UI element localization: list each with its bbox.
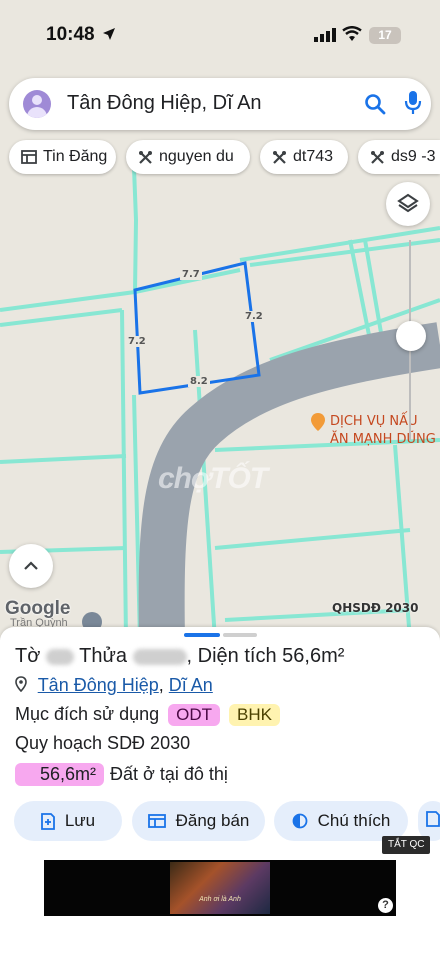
collapse-up-button[interactable]	[9, 544, 53, 588]
save-button-label: Lưu	[64, 811, 96, 830]
save-button[interactable]: Lưu	[14, 801, 122, 841]
avatar-body	[27, 107, 47, 118]
parcel-dimension-left: 7.2	[126, 336, 148, 347]
microphone-icon[interactable]	[404, 90, 422, 116]
layers-button[interactable]	[386, 182, 430, 226]
close-ads-button[interactable]: TẮT QC	[382, 836, 431, 854]
more-action-icon	[426, 810, 440, 832]
search-bar[interactable]: Tân Đông Hiệp, Dĩ An	[9, 78, 431, 130]
more-action-button[interactable]	[418, 801, 440, 841]
redacted-sheet-number	[45, 648, 74, 665]
chip-label: nguyen du	[159, 148, 234, 165]
filter-chips: Tin Đăng nguyen du dt743 ds9 -3	[0, 140, 440, 176]
parcel-info-sheet: Tờ Thửa , Diện tích 56,6m² Tân Đông Hiệp…	[0, 627, 440, 960]
legend-button[interactable]: Chú thích	[274, 801, 408, 841]
contrast-icon	[292, 813, 308, 829]
address-line: Tân Đông Hiệp, Dĩ An	[15, 675, 213, 697]
chip-label: ds9 -3	[391, 148, 436, 165]
parcel-area: Diện tích 56,6m²	[197, 645, 345, 667]
action-bar: Lưu Đăng bán Chú thích	[0, 801, 440, 843]
plan-label: Quy hoạch SDĐ 2030	[15, 733, 191, 753]
layer-tool-icon	[272, 150, 287, 165]
avatar-head	[32, 95, 42, 105]
chip-nguyen-du[interactable]: nguyen du	[126, 140, 250, 174]
address-city-link[interactable]: Dĩ An	[169, 675, 213, 695]
ad-caption: Anh ơi là Anh	[199, 896, 241, 903]
poi-label-line1: DỊCH VỤ NẤU	[330, 414, 418, 429]
sheet-page-indicator[interactable]	[223, 633, 257, 637]
tag-odt: ODT	[168, 704, 221, 726]
post-for-sale-button[interactable]: Đăng bán	[132, 801, 265, 841]
watermark: chợTỐT	[158, 462, 268, 495]
area-breakdown-row: 56,6m² Đất ở tại đô thị	[15, 763, 228, 786]
legend-button-label: Chú thích	[317, 811, 391, 830]
chevron-up-icon	[24, 561, 38, 570]
ad-info-icon[interactable]: ?	[378, 898, 393, 913]
parcel-dimension-bottom: 8.2	[188, 376, 210, 387]
purpose-label: Mục đích sử dụng	[15, 704, 160, 724]
ad-artwork: Anh ơi là Anh	[170, 862, 270, 914]
ad-banner[interactable]: Anh ơi là Anh ?	[44, 860, 396, 916]
restaurant-pin-icon[interactable]	[311, 413, 325, 431]
layers-icon	[397, 193, 419, 213]
bookmark-add-icon	[40, 812, 55, 830]
address-separator: ,	[158, 675, 169, 695]
poi-label[interactable]: DỊCH VỤ NẤU ĂN MẠNH DŨNG	[330, 413, 436, 449]
post-for-sale-label: Đăng bán	[175, 811, 250, 830]
chip-ds9[interactable]: ds9 -3	[358, 140, 440, 174]
table-icon	[21, 150, 37, 164]
parcel-title: Tờ Thửa , Diện tích 56,6m²	[15, 645, 345, 667]
avatar[interactable]	[23, 90, 51, 118]
cellular-signal-icon	[314, 28, 336, 42]
wifi-icon	[342, 26, 362, 41]
location-arrow-icon	[103, 28, 115, 40]
chip-tin-dang[interactable]: Tin Đăng	[9, 140, 116, 174]
layer-tool-icon	[138, 150, 153, 165]
area-value-chip: 56,6m²	[15, 763, 105, 786]
area-description: Đất ở tại đô thị	[110, 764, 228, 784]
chip-label: dt743	[293, 148, 334, 165]
opacity-slider-knob[interactable]	[396, 321, 426, 351]
layer-tool-icon	[370, 150, 385, 165]
sheet-page-indicator-active[interactable]	[184, 633, 220, 637]
chip-label: Tin Đăng	[43, 148, 108, 165]
chip-dt743[interactable]: dt743	[260, 140, 348, 174]
address-ward-link[interactable]: Tân Đông Hiệp	[38, 675, 159, 695]
parcel-dimension-right: 7.2	[243, 311, 265, 322]
parcel-lot-label: Thửa	[79, 645, 127, 667]
parcel-sheet-label: Tờ	[15, 645, 41, 667]
land-use-purpose: Mục đích sử dụng ODT BHK	[15, 704, 281, 726]
parcel-dimension-top: 7.7	[180, 269, 202, 280]
poi-label-line2: ĂN MẠNH DŨNG	[330, 432, 436, 447]
battery-indicator: 17	[369, 27, 401, 44]
status-time: 10:48	[46, 24, 95, 45]
search-icon[interactable]	[363, 92, 387, 116]
search-input[interactable]: Tân Đông Hiệp, Dĩ An	[67, 92, 262, 115]
redacted-lot-number	[132, 648, 187, 665]
tag-bhk: BHK	[229, 704, 281, 726]
listing-icon	[147, 814, 166, 828]
layer-badge: QHSDĐ 2030	[332, 601, 419, 615]
location-pin-icon	[15, 675, 27, 697]
status-bar: 10:48 17	[0, 0, 440, 70]
